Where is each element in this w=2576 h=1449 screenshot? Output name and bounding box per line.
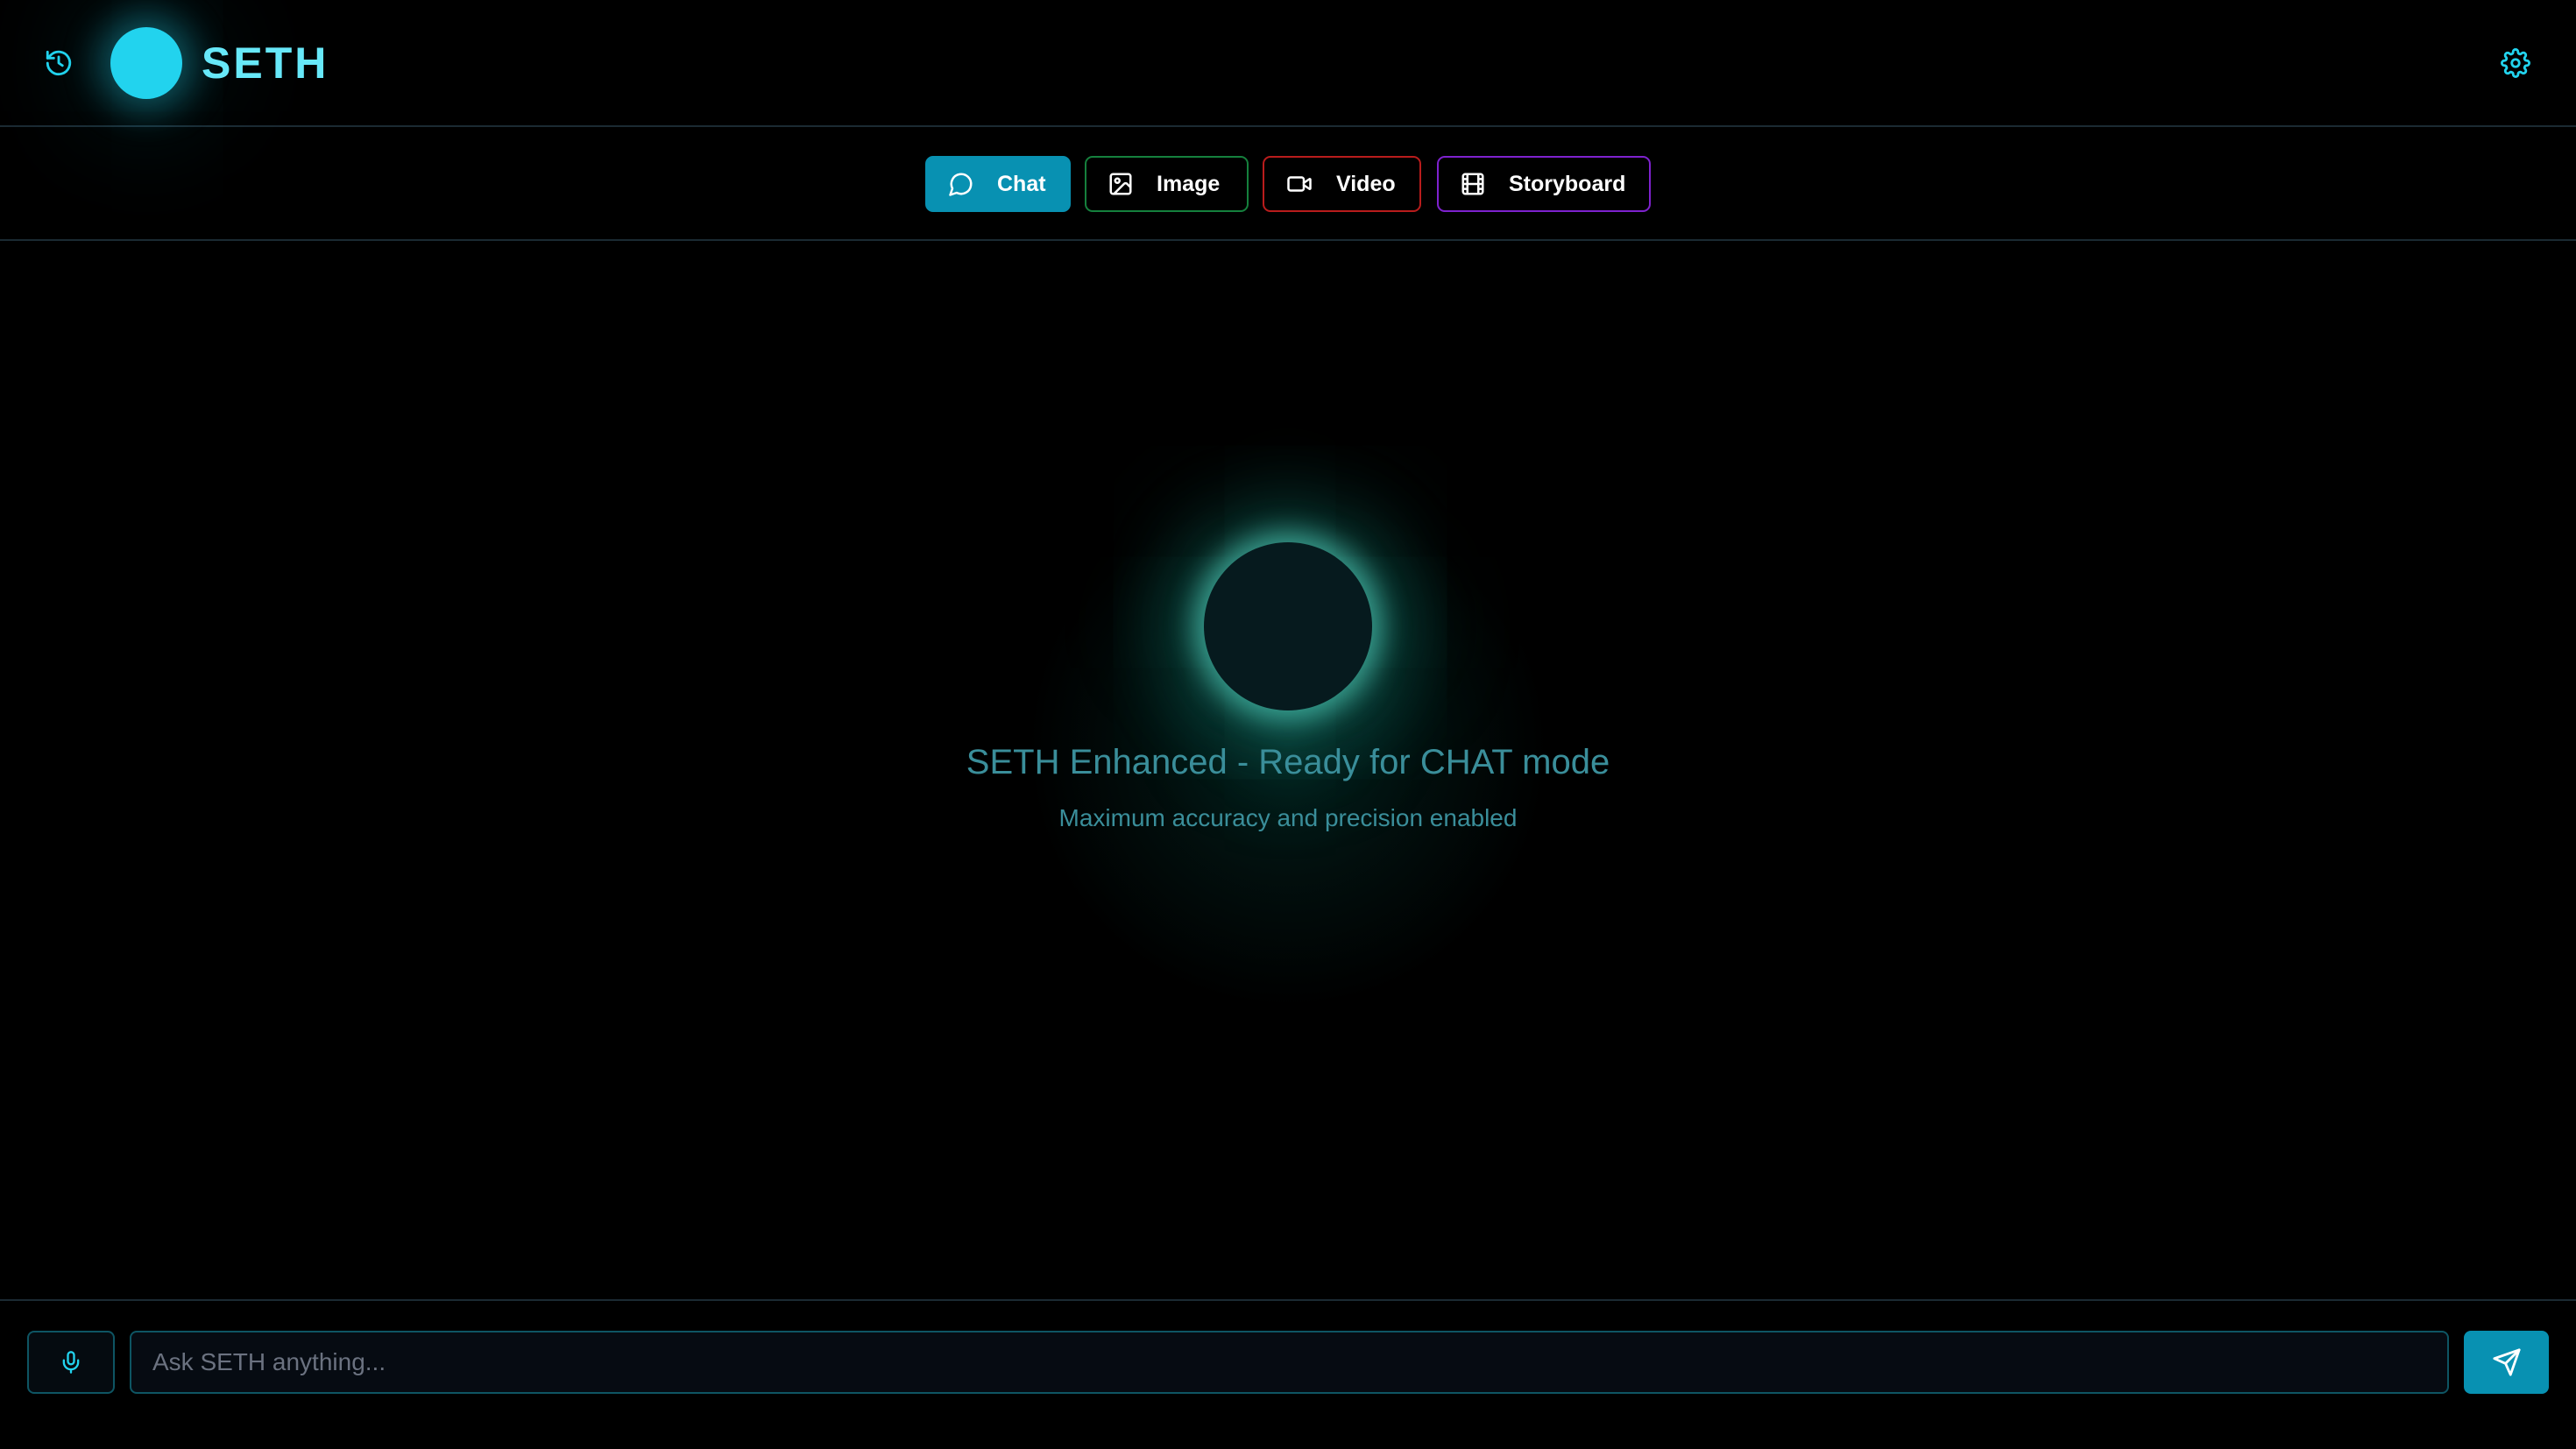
app-brand-title: SETH (202, 39, 329, 88)
send-button[interactable] (2464, 1331, 2549, 1394)
history-icon (46, 50, 72, 76)
tab-storyboard[interactable]: Storyboard (1437, 156, 1651, 212)
tab-image-label: Image (1157, 171, 1221, 196)
history-button[interactable] (32, 37, 85, 89)
tab-chat-label: Chat (997, 171, 1046, 196)
chat-area: SETH Enhanced - Ready for CHAT mode Maxi… (0, 243, 2576, 1299)
microphone-button[interactable] (27, 1331, 115, 1394)
tab-chat[interactable]: Chat (925, 156, 1071, 212)
video-camera-icon (1287, 176, 1312, 192)
logo-orb (110, 27, 182, 99)
gear-icon (2501, 48, 2530, 78)
status-orb (1204, 542, 1372, 710)
app-header: SETH (0, 0, 2576, 127)
message-composer (0, 1299, 2576, 1449)
prompt-input[interactable] (130, 1331, 2449, 1394)
tab-video-label: Video (1336, 171, 1396, 196)
chat-bubble-icon (949, 173, 973, 196)
tab-image[interactable]: Image (1085, 156, 1249, 212)
settings-button[interactable] (2489, 37, 2542, 89)
ready-headline: SETH Enhanced - Ready for CHAT mode (966, 743, 1610, 781)
send-icon (2492, 1348, 2521, 1376)
image-icon (1109, 173, 1132, 195)
mode-tabs: Chat Image Video Storyboard (0, 127, 2576, 241)
ready-subline: Maximum accuracy and precision enabled (1058, 804, 1518, 831)
film-icon (1461, 173, 1484, 195)
microphone-icon (62, 1351, 80, 1374)
tab-video[interactable]: Video (1263, 156, 1421, 212)
tab-storyboard-label: Storyboard (1509, 171, 1626, 196)
